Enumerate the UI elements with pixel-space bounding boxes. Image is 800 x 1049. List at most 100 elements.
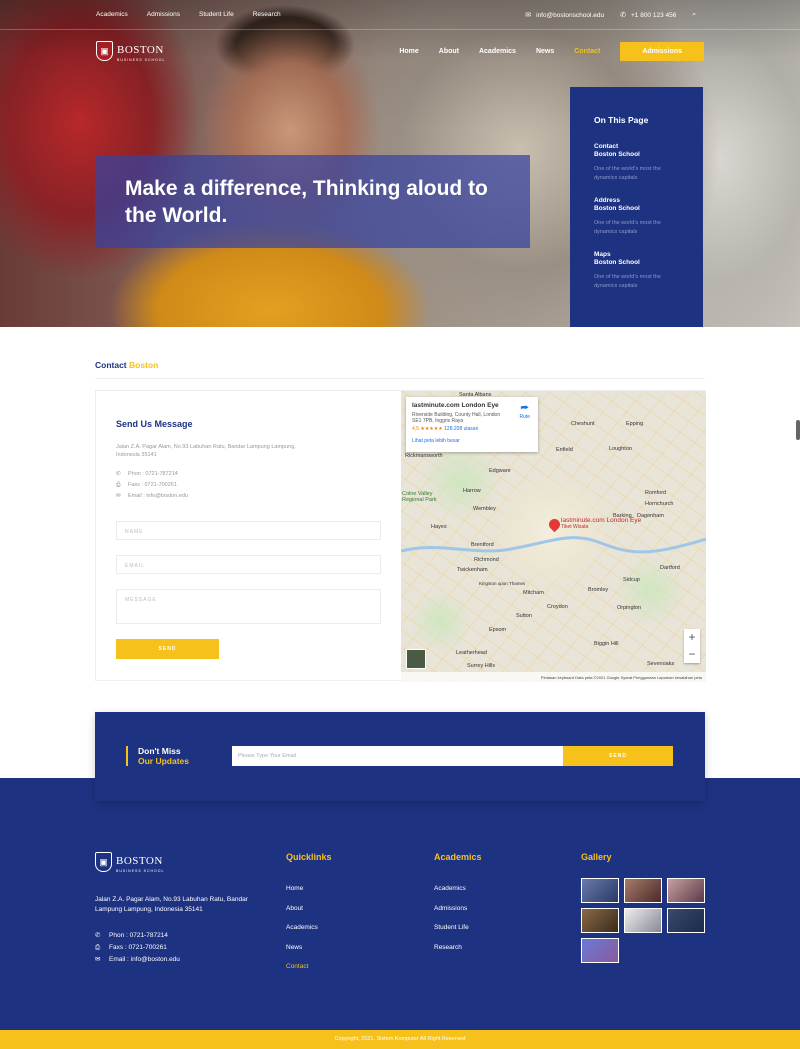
email-field[interactable]: EMAIL bbox=[116, 555, 381, 574]
pin-label: lastminute.com London Eye Tiket Wisata bbox=[561, 517, 641, 531]
item-desc: One of the world's most the dynamics cap… bbox=[594, 220, 661, 235]
gallery-title: Gallery bbox=[581, 852, 612, 862]
phone-icon: ✆ bbox=[620, 12, 626, 19]
newsletter-line-2: Our Updates bbox=[138, 756, 190, 766]
contact-form: Send Us Message Jalan Z.A. Pagar Alam, N… bbox=[116, 419, 381, 659]
footer: ▣ BOSTON BUSINESS SCHOOL Jalan Z.A. Paga… bbox=[0, 778, 800, 1030]
map-place-label: Dartford bbox=[660, 565, 680, 571]
gallery-image[interactable] bbox=[581, 878, 619, 903]
map-place-label: Orpington bbox=[617, 605, 642, 611]
gallery-image[interactable] bbox=[581, 908, 619, 933]
newsletter-send-button[interactable]: SEND bbox=[563, 746, 673, 766]
quicklinks-title: Quicklinks bbox=[286, 852, 332, 862]
newsletter-email-input[interactable]: Please Type Your Email bbox=[232, 746, 563, 766]
newsletter-line-1: Don't Miss bbox=[138, 746, 181, 756]
nav-contact[interactable]: Contact bbox=[574, 48, 600, 55]
footer-phone: ✆ Phon : 0721-787214 bbox=[95, 930, 180, 942]
map-place-label: Leatherhead bbox=[456, 650, 487, 656]
divider bbox=[95, 378, 705, 379]
footer-link-research[interactable]: Research bbox=[434, 938, 482, 958]
pin-title: lastminute.com London Eye bbox=[561, 517, 642, 524]
footer-address: Jalan Z.A. Pagar Alam, No.93 Labuhan Rat… bbox=[95, 896, 248, 913]
item-title-2: Boston School bbox=[594, 205, 640, 212]
footer-academics: Academics Academics Admissions Student L… bbox=[434, 852, 482, 957]
contact-email-text: Email : info@boston.edu bbox=[128, 493, 189, 499]
message-field[interactable]: MESSAGE bbox=[116, 589, 381, 624]
on-this-page-item-maps[interactable]: Maps Boston School One of the world's mo… bbox=[594, 251, 679, 291]
mail-icon: ✉ bbox=[95, 956, 101, 963]
footer-link-admissions[interactable]: Admissions bbox=[434, 899, 482, 919]
map-place-label: Twickenham bbox=[457, 567, 488, 573]
map-place-label: Sidcup bbox=[623, 577, 640, 583]
contact-phone-text: Phon : 0721-787214 bbox=[128, 471, 178, 477]
map-place-label: Colne Valley Regional Park bbox=[402, 491, 437, 503]
gallery-image[interactable] bbox=[667, 908, 705, 933]
footer-email-text: Email : info@boston.edu bbox=[109, 956, 180, 963]
gallery-image[interactable] bbox=[624, 908, 662, 933]
nav-news[interactable]: News bbox=[536, 48, 554, 55]
review-count[interactable]: 128.208 ulasan bbox=[444, 426, 478, 432]
gallery-image[interactable] bbox=[667, 878, 705, 903]
on-this-page-item-contact[interactable]: Contact Boston School One of the world's… bbox=[594, 143, 679, 183]
scrollbar[interactable] bbox=[796, 420, 800, 440]
directions-button[interactable]: ⮫ Rute bbox=[519, 403, 530, 420]
footer-contact: ✆ Phon : 0721-787214 ⎙ Faxs : 0721-700261 … bbox=[95, 930, 180, 966]
footer-link-contact[interactable]: Contact bbox=[286, 957, 332, 977]
map-place-label: Biggin Hill bbox=[594, 641, 619, 647]
admissions-button[interactable]: Admissions bbox=[620, 42, 704, 61]
footer-fax-text: Faxs : 0721-700261 bbox=[109, 944, 167, 951]
gallery-image[interactable] bbox=[624, 878, 662, 903]
top-link-academics[interactable]: Academics bbox=[96, 11, 128, 18]
map-place-label: Surrey Hills bbox=[467, 663, 496, 669]
item-title-1: Maps bbox=[594, 251, 611, 258]
top-link-research[interactable]: Research bbox=[253, 11, 281, 18]
phone-icon: ✆ bbox=[95, 932, 101, 939]
footer-link-student-life[interactable]: Student Life bbox=[434, 918, 482, 938]
footer-link-home[interactable]: Home bbox=[286, 879, 332, 899]
gallery-image[interactable] bbox=[581, 938, 619, 963]
top-link-student-life[interactable]: Student Life bbox=[199, 11, 234, 18]
footer-link-academics[interactable]: Academics bbox=[286, 918, 332, 938]
top-link-admissions[interactable]: Admissions bbox=[147, 11, 180, 18]
logo-name: BOSTON bbox=[116, 855, 163, 867]
map-place-label: Sevenoaks bbox=[647, 661, 675, 667]
map-footer: Pintasan keyboard Data peta ©2021 Google… bbox=[401, 672, 706, 682]
map-place-label: Wembley bbox=[473, 506, 496, 512]
top-phone[interactable]: ✆ +1 800 123 456 bbox=[620, 11, 676, 19]
satellite-toggle[interactable] bbox=[406, 649, 426, 669]
footer-fax: ⎙ Faxs : 0721-700261 bbox=[95, 942, 180, 954]
footer-link-news[interactable]: News bbox=[286, 938, 332, 958]
site-logo[interactable]: ▣ BOSTON BUSINESS SCHOOL bbox=[96, 40, 165, 62]
top-email[interactable]: ✉ info@bostonschool.edu bbox=[525, 11, 604, 19]
item-desc: One of the world's most the dynamics cap… bbox=[594, 166, 661, 181]
footer-link-about[interactable]: About bbox=[286, 899, 332, 919]
name-field[interactable]: NAME bbox=[116, 521, 381, 540]
map-place-label: Enfield bbox=[556, 447, 573, 453]
map-place-label: Edgware bbox=[489, 468, 511, 474]
mail-icon: ✉ bbox=[116, 493, 121, 499]
contact-phone: ✆ Phon : 0721-787214 bbox=[116, 469, 381, 480]
on-this-page-title: On This Page bbox=[594, 115, 649, 125]
map-place-label: Hornchurch bbox=[645, 501, 674, 507]
shield-logo-icon: ▣ bbox=[95, 852, 112, 872]
view-larger-map-link[interactable]: Lihat peta lebih besar bbox=[412, 438, 532, 444]
copyright-bar: Copyright, 2021. Sistem Komputer All Rig… bbox=[0, 1030, 800, 1049]
zoom-controls: + − bbox=[684, 629, 700, 663]
nav-home[interactable]: Home bbox=[399, 48, 418, 55]
popup-title: lastminute.com London Eye bbox=[412, 402, 499, 409]
footer-logo[interactable]: ▣ BOSTON BUSINESS SCHOOL bbox=[95, 851, 164, 873]
on-this-page-panel: On This Page Contact Boston School One o… bbox=[570, 87, 703, 327]
google-map[interactable]: Santa Albans Cheshunt Epping Enfield Lou… bbox=[401, 391, 706, 682]
zoom-out-button[interactable]: − bbox=[684, 646, 700, 663]
send-button[interactable]: SEND bbox=[116, 639, 219, 659]
zoom-in-button[interactable]: + bbox=[684, 629, 700, 646]
nav-about[interactable]: About bbox=[439, 48, 459, 55]
search-icon[interactable]: ⌕ bbox=[692, 11, 696, 19]
nav-academics[interactable]: Academics bbox=[479, 48, 516, 55]
footer-link-academics[interactable]: Academics bbox=[434, 879, 482, 899]
map-place-label: Bromley bbox=[588, 587, 609, 593]
breadcrumb-boston: Boston bbox=[129, 360, 159, 370]
map-place-label: Rickmansworth bbox=[405, 453, 443, 459]
on-this-page-item-address[interactable]: Address Boston School One of the world's… bbox=[594, 197, 679, 237]
map-info-popup: lastminute.com London Eye Riverside Buil… bbox=[406, 397, 538, 452]
